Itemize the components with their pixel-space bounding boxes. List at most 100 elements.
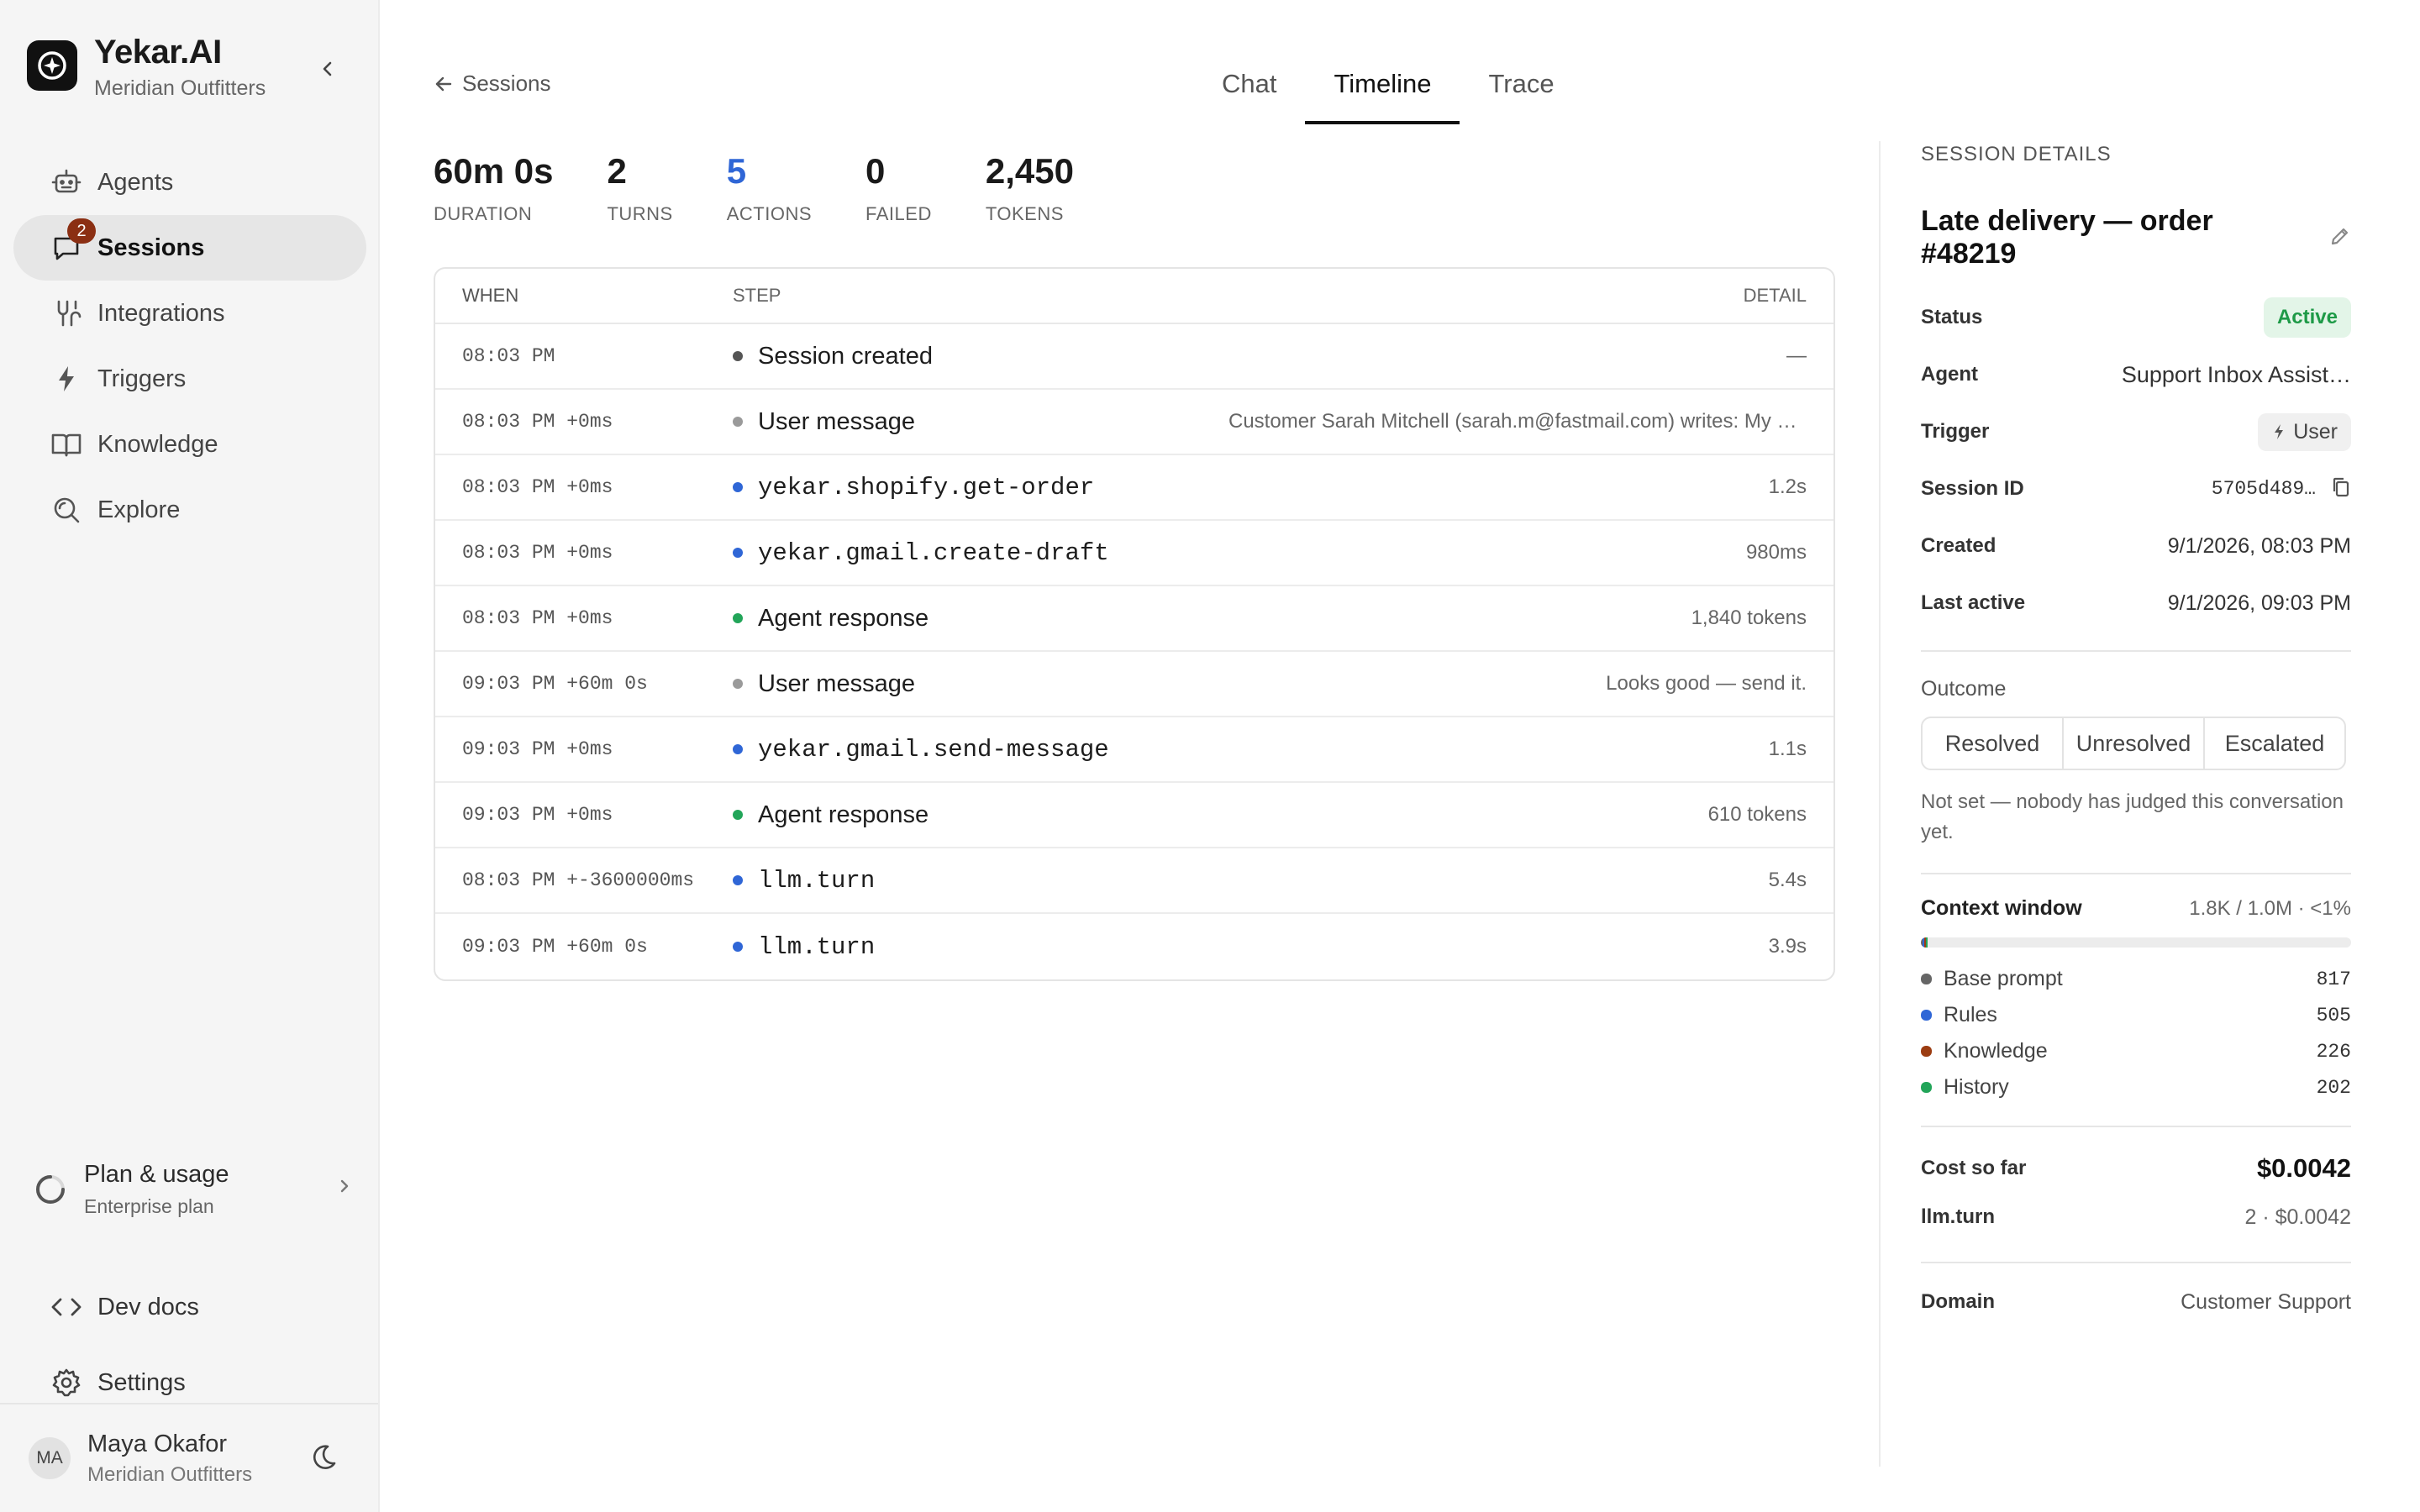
step-label: User message [758,407,915,435]
stat-failed: 0 FAILED [865,151,932,225]
plan-title: Plan & usage [84,1161,229,1188]
stat-value: 0 [865,151,886,191]
timeline-header-row: WHEN STEP DETAIL [435,269,1833,324]
column-header-when: WHEN [462,285,519,306]
gear-icon [50,1367,82,1399]
table-row[interactable]: 09:03 PM +60m 0s llm.turn 3.9s [435,914,1833,979]
table-row[interactable]: 08:03 PM +0ms yekar.shopify.get-order 1.2s [435,455,1833,521]
tab-trace[interactable]: Trace [1460,60,1582,124]
outcome-unresolved-button[interactable]: Unresolved [2064,718,2205,769]
stat-label: DURATION [434,203,533,224]
table-row[interactable]: 09:03 PM +0ms yekar.gmail.send-message 1.1… [435,717,1833,783]
brand[interactable]: Yekar.AI Meridian Outfitters [27,34,266,101]
legend-dot [1921,974,1932,984]
sidebar-item-sessions[interactable]: 2 Sessions [13,215,366,281]
sidebar-item-integrations[interactable]: Integrations [13,281,366,346]
pencil-icon [2331,228,2349,244]
step-kind-dot [733,482,743,492]
stat-actions: 5 ACTIONS [727,151,812,225]
trigger-value: User [2293,419,2338,444]
context-window-summary: 1.8K / 1.0M · <1% [2189,896,2351,920]
sidebar-item-agents[interactable]: Agents [13,150,366,215]
stat-duration: 60m 0s DURATION [434,151,553,225]
divider [1921,650,2351,652]
step-kind-dot [733,351,743,361]
book-icon [50,428,82,460]
plan-subtitle: Enterprise plan [84,1195,214,1217]
agent-row: Agent Support Inbox Assist… [1921,346,2351,403]
status-badge: Active [2263,297,2351,338]
bolt-icon [50,363,82,395]
sessions-count-badge: 2 [67,218,96,244]
when-cell: 08:03 PM +0ms [462,607,613,629]
step-kind-dot [733,548,743,558]
table-row[interactable]: 09:03 PM +0ms Agent response 610 tokens [435,783,1833,848]
collapse-sidebar-button[interactable] [313,54,343,84]
cost-label: Cost so far [1921,1157,2027,1179]
outcome-escalated-button[interactable]: Escalated [2205,718,2344,769]
when-cell: 09:03 PM +60m 0s [462,936,648,958]
cost-row: Cost so far $0.0042 [1921,1144,2351,1193]
edit-title-button[interactable] [2329,222,2351,255]
user-profile[interactable]: MA Maya Okafor Meridian Outfitters [0,1403,378,1512]
sidebar-item-label: Explore [97,496,181,523]
step-label: Agent response [758,801,929,828]
legend-label-wrap: Knowledge [1921,1039,2048,1063]
step-cell: yekar.gmail.send-message [733,736,1228,764]
stat-value: 60m 0s [434,151,554,191]
sidebar-item-label: Agents [97,168,174,196]
details-list: Status Active Agent Support Inbox Assist… [1921,289,2351,632]
legend-label: History [1944,1075,2009,1099]
context-usage-bar [1921,937,2351,948]
panel-divider [1879,141,1881,1467]
step-cell: llm.turn [733,867,1228,895]
table-row[interactable]: 08:03 PM Session created — [435,324,1833,390]
plan-usage-button[interactable]: Plan & usage Enterprise plan [34,1156,353,1223]
legend-label-wrap: History [1921,1075,2009,1100]
session-id-value-wrap: 5705d489… [2212,476,2351,502]
session-details-panel: SESSION DETAILS Late delivery — order #4… [1921,143,2351,1331]
stat-turns: 2 TURNS [607,151,672,225]
legend-value: 226 [2316,1040,2351,1063]
trigger-label: Trigger [1921,420,1990,443]
status-row: Status Active [1921,289,2351,346]
copy-session-id-button[interactable] [2331,476,2351,502]
context-legend-item: Knowledge 226 [1921,1033,2351,1069]
org-name: Meridian Outfitters [94,76,266,100]
table-row[interactable]: 09:03 PM +60m 0s User message Looks good —… [435,652,1833,717]
table-row[interactable]: 08:03 PM +0ms Agent response 1,840 tokens [435,586,1833,652]
sidebar-item-knowledge[interactable]: Knowledge [13,412,366,477]
agent-link[interactable]: Support Inbox Assist… [2122,362,2351,388]
last-active-label: Last active [1921,591,2026,614]
tab-timeline[interactable]: Timeline [1305,60,1460,124]
table-row[interactable]: 08:03 PM +-3600000ms llm.turn 5.4s [435,848,1833,914]
back-to-sessions-link[interactable]: Sessions [434,71,551,97]
context-legend-item: Base prompt 817 [1921,961,2351,997]
sidebar-item-triggers[interactable]: Triggers [13,346,366,412]
sidebar: Yekar.AI Meridian Outfitters Agents 2 Se [0,0,380,1512]
context-segment [1926,937,1928,948]
stat-label: TURNS [607,203,673,224]
sidebar-item-explore[interactable]: Explore [13,477,366,543]
outcome-resolved-button[interactable]: Resolved [1923,718,2064,769]
domain-value: Customer Support [2181,1289,2351,1314]
sidebar-nav: Agents 2 Sessions Integrations Triggers … [13,150,366,543]
settings-link[interactable]: Settings [50,1357,186,1408]
cost-section: Cost so far $0.0042 llm.turn 2 · $0.0042 [1921,1144,2351,1242]
last-active-row: Last active 9/1/2026, 09:03 PM [1921,575,2351,632]
legend-label-wrap: Rules [1921,1003,1997,1027]
dev-docs-link[interactable]: Dev docs [50,1282,199,1332]
theme-toggle-button[interactable] [309,1443,338,1476]
legend-label-wrap: Base prompt [1921,967,2063,991]
step-label: Agent response [758,604,929,632]
step-label: llm.turn [758,866,876,895]
table-row[interactable]: 08:03 PM +0ms User message Customer Sarah … [435,390,1833,455]
step-cell: Agent response [733,605,1228,633]
tab-chat[interactable]: Chat [1193,60,1305,124]
legend-label: Base prompt [1944,967,2063,990]
context-window-title: Context window [1921,896,2082,920]
table-row[interactable]: 08:03 PM +0ms yekar.gmail.create-draft 980… [435,521,1833,586]
outcome-selector: Resolved Unresolved Escalated [1921,717,2346,770]
stat-label: FAILED [865,203,932,224]
session-name-text: Late delivery — order #48219 [1921,205,2213,270]
